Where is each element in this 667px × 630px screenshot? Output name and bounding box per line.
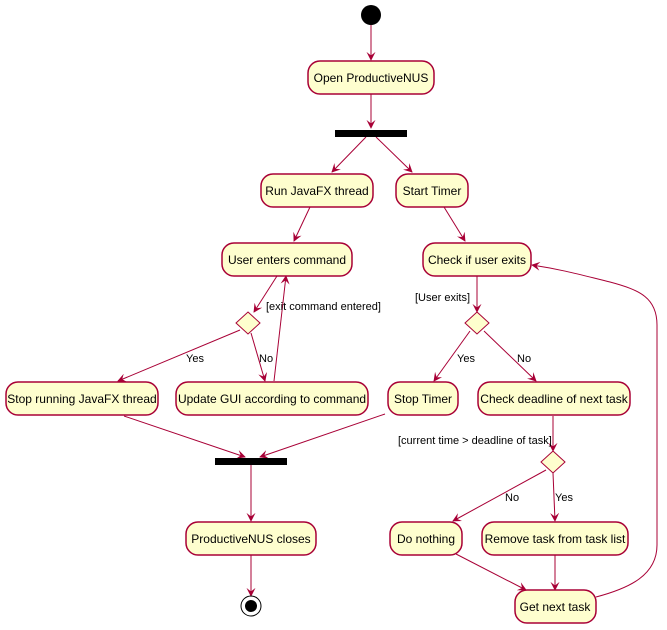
edge-run-user <box>293 206 311 242</box>
edge-timer-check <box>443 206 466 242</box>
edge-label-yes-timer: Yes <box>457 353 475 365</box>
node-stop-javafx-label: Stop running JavaFX thread <box>7 392 156 406</box>
decision-deadline <box>540 450 566 474</box>
node-check-deadline-label: Check deadline of next task <box>480 392 628 406</box>
guard-deadline: [current time > deadline of task] <box>398 435 552 447</box>
edges <box>117 25 658 598</box>
edge-label-no-timer: No <box>517 353 531 365</box>
edge-label-yes-deadline: Yes <box>555 492 573 504</box>
node-open-productivenus-label: Open ProductiveNUS <box>314 71 429 85</box>
edge-fork-run <box>331 136 367 173</box>
node-do-nothing-label: Do nothing <box>397 532 455 546</box>
node-stop-timer-label: Stop Timer <box>394 392 452 406</box>
edge-fork-timer <box>375 136 413 173</box>
guard-exit-command: [exit command entered] <box>266 301 381 313</box>
node-update-gui-label: Update GUI according to command <box>178 392 366 406</box>
node-remove-task-label: Remove task from task list <box>485 532 626 546</box>
start-node <box>361 5 381 25</box>
edge-update-user <box>273 275 290 382</box>
edge-diamond-nothing <box>452 469 547 522</box>
edge-diamond-stop <box>117 329 241 383</box>
end-node <box>240 595 262 617</box>
guard-user-exits: [User exits] <box>415 292 470 304</box>
decision-user-exits <box>464 311 490 335</box>
fork-bar <box>335 130 407 137</box>
edge-label-no-javafx: No <box>259 353 273 365</box>
edge-stoptimer-join <box>259 413 386 459</box>
node-start-timer-label: Start Timer <box>403 184 462 198</box>
node-user-enters-command-label: User enters command <box>228 253 346 267</box>
edge-nothing-getnext <box>455 553 527 591</box>
node-run-javafx-label: Run JavaFX thread <box>265 184 368 198</box>
activity-diagram: Open ProductiveNUS Run JavaFX thread Sta… <box>0 0 667 630</box>
diagram-svg: Open ProductiveNUS Run JavaFX thread Sta… <box>5 5 658 624</box>
node-productivenus-closes-label: ProductiveNUS closes <box>191 532 310 546</box>
edge-stop-join <box>123 415 246 459</box>
edge-label-no-deadline: No <box>505 492 519 504</box>
join-bar <box>215 458 287 465</box>
node-get-next-task-label: Get next task <box>520 600 592 614</box>
node-check-user-exits-label: Check if user exits <box>428 253 526 267</box>
edge-label-yes-javafx: Yes <box>186 353 204 365</box>
